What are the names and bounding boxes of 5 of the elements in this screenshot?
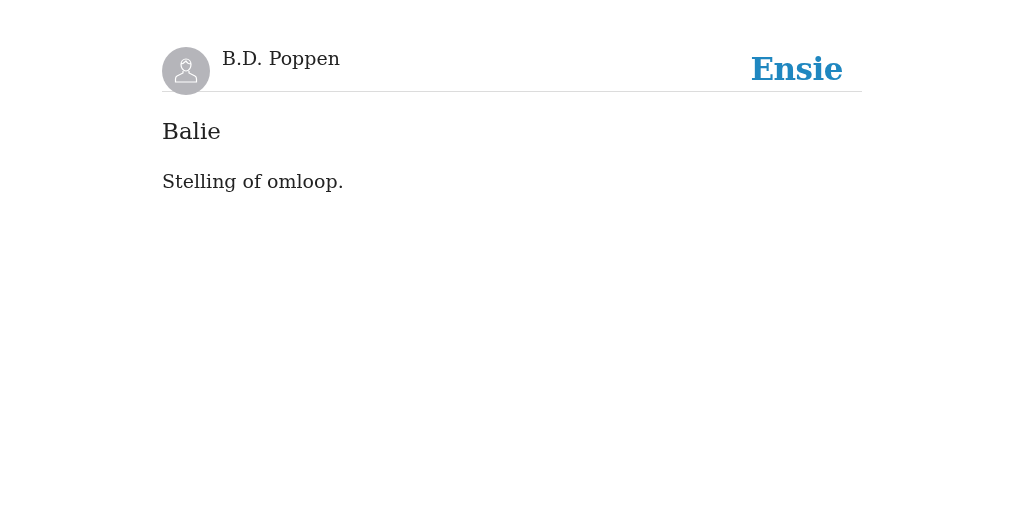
logo[interactable]: Ensie <box>750 51 843 87</box>
author-name[interactable]: B.D. Poppen <box>222 47 340 69</box>
entry-text: Stelling of omloop. <box>162 169 345 194</box>
entry-title: Balie <box>162 117 222 146</box>
person-icon <box>172 57 200 85</box>
